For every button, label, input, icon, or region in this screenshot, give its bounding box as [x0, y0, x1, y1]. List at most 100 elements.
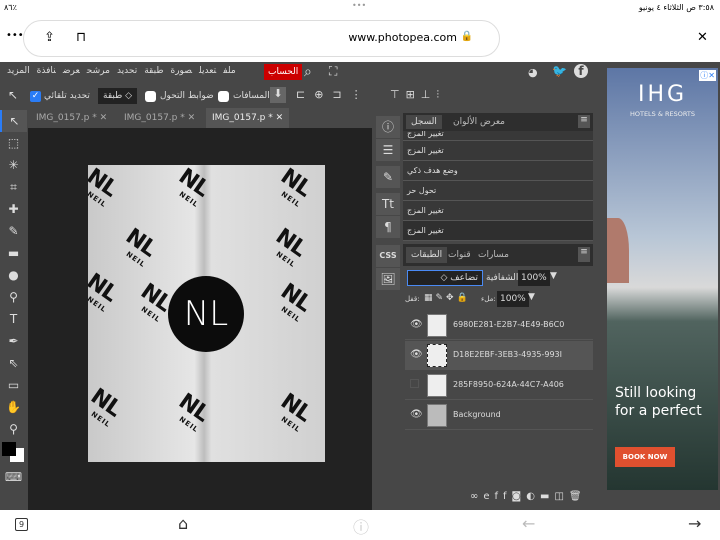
- twitter-icon[interactable]: 🐦: [552, 64, 567, 78]
- tab-history[interactable]: السجل: [406, 115, 442, 129]
- layer-row[interactable]: 👁 6980E281-E2B7-4E49-B6C0: [405, 311, 593, 340]
- multitask-dots[interactable]: •••: [352, 1, 366, 10]
- menu-window[interactable]: نافذة: [37, 66, 56, 76]
- history-item[interactable]: وضع هدف ذكي: [403, 161, 593, 181]
- eye-icon[interactable]: 👁: [410, 349, 423, 360]
- info-icon[interactable]: ⓘ: [376, 116, 400, 138]
- brush-tool[interactable]: ✎: [0, 220, 27, 242]
- reader-icon[interactable]: ⓘ: [353, 514, 369, 538]
- visibility-checkbox-off[interactable]: [410, 379, 419, 388]
- character-icon[interactable]: Tt: [376, 193, 400, 215]
- path-select-tool[interactable]: ⇖: [0, 352, 27, 374]
- ad-book-now-button[interactable]: BOOK NOW: [615, 447, 675, 467]
- document-tab[interactable]: IMG_0157.p * ✕: [30, 108, 113, 128]
- link-icon: ∞: [470, 491, 484, 502]
- color-swatches[interactable]: [0, 440, 27, 466]
- close-tab-button[interactable]: ✕: [697, 30, 708, 45]
- eye-icon[interactable]: 👁: [410, 319, 423, 330]
- gradient-tool[interactable]: ▬: [0, 242, 27, 264]
- history-item[interactable]: تغيير المزج: [403, 141, 593, 161]
- layer-row[interactable]: 285F8950-624A-44C7-A406: [405, 371, 593, 400]
- menu-view[interactable]: عرض: [63, 66, 80, 76]
- type-tool[interactable]: T: [0, 308, 27, 330]
- shape-tool[interactable]: ▭: [0, 374, 27, 396]
- opacity-dropdown-icon[interactable]: ▼: [550, 271, 557, 281]
- back-arrow-icon[interactable]: ←: [522, 514, 535, 533]
- history-item[interactable]: تحول حر: [403, 181, 593, 201]
- align-icons[interactable]: ⊏⊕⊐⋮: [296, 88, 371, 101]
- download-icon[interactable]: ⬇: [270, 87, 286, 103]
- history-item[interactable]: تغيير المزج: [403, 131, 593, 141]
- share-icon[interactable]: ⇪: [44, 30, 55, 45]
- close-icon[interactable]: ✕: [100, 113, 108, 123]
- transform-controls-checkbox[interactable]: [145, 91, 156, 102]
- magic-wand-tool[interactable]: ✳: [0, 154, 27, 176]
- menu-edit[interactable]: تعديل: [199, 66, 216, 76]
- home-icon[interactable]: ⌂: [178, 514, 188, 533]
- keyboard-icon[interactable]: ⌨: [0, 466, 27, 488]
- brush-settings-icon[interactable]: ✎: [376, 166, 400, 188]
- lock-icons[interactable]: ▦✎✥🔒: [424, 293, 471, 303]
- tab-layers[interactable]: الطبقات: [406, 247, 448, 263]
- zoom-tool[interactable]: ⚲: [0, 418, 27, 440]
- menu-image[interactable]: صورة: [170, 66, 192, 76]
- fill-input[interactable]: 100%: [497, 291, 529, 307]
- forward-arrow-icon[interactable]: →: [688, 514, 701, 533]
- opacity-input[interactable]: 100%: [518, 270, 550, 286]
- auto-select-checkbox[interactable]: ✓: [30, 91, 41, 102]
- layer-thumbnail: [427, 374, 447, 397]
- document-tab[interactable]: IMG_0157.p * ✕: [118, 108, 201, 128]
- fill-dropdown-icon[interactable]: ▼: [528, 292, 535, 302]
- layer-row[interactable]: 👁 Background: [405, 401, 593, 430]
- crop-tool[interactable]: ⌗: [0, 176, 27, 198]
- ad-banner[interactable]: ⓘ✕ IHG HOTELS & RESORTS Still looking fo…: [607, 68, 718, 490]
- image-icon[interactable]: 🖼: [376, 268, 400, 290]
- facebook-icon[interactable]: f: [574, 64, 588, 78]
- tab-paths[interactable]: مسارات: [478, 250, 509, 260]
- bookmark-icon[interactable]: ⊓: [76, 30, 86, 45]
- browser-more-button[interactable]: •••: [6, 30, 24, 41]
- blur-tool[interactable]: ●: [0, 264, 27, 286]
- opacity-label: الشفافية:: [486, 273, 521, 283]
- pen-tool[interactable]: ✒: [0, 330, 27, 352]
- address-bar[interactable]: ⇪ ⊓ www.photopea.com 🔒: [23, 20, 500, 57]
- blend-mode-select[interactable]: تضاعف ◇: [407, 270, 483, 286]
- menu-file[interactable]: ملف: [223, 66, 235, 76]
- reddit-icon[interactable]: ◕: [528, 66, 538, 79]
- menu-filter[interactable]: مرشح: [87, 66, 110, 76]
- menu-layer[interactable]: طبقة: [144, 66, 163, 76]
- panel-menu-button[interactable]: ≡: [578, 115, 590, 128]
- layer-thumbnail: [427, 404, 447, 427]
- move-tool[interactable]: ↖: [0, 110, 27, 132]
- distribute-icons[interactable]: ⊤⊞⊥⫶: [390, 88, 445, 102]
- css-icon[interactable]: CSS: [376, 245, 400, 267]
- layer-name: 285F8950-624A-44C7-A406: [453, 380, 564, 389]
- layer-row-selected[interactable]: 👁 D18E2EBF-3EB3-4935-993I: [405, 341, 593, 370]
- menu-select[interactable]: تحديد: [117, 66, 137, 76]
- distances-checkbox[interactable]: [218, 91, 229, 102]
- tab-channels[interactable]: قنوات: [448, 250, 471, 260]
- marquee-tool[interactable]: ⬚: [0, 132, 27, 154]
- close-icon[interactable]: ✕: [276, 113, 284, 123]
- hand-tool[interactable]: ✋: [0, 396, 27, 418]
- dodge-tool[interactable]: ⚲: [0, 286, 27, 308]
- account-button[interactable]: الحساب: [264, 64, 303, 80]
- tab-swatches[interactable]: معرض الألوان: [453, 117, 505, 127]
- paragraph-icon[interactable]: ¶: [376, 216, 400, 238]
- close-icon[interactable]: ✕: [188, 113, 196, 123]
- layer-footer-icons[interactable]: ∞eff◙◐▬◫🗑: [470, 491, 587, 502]
- ad-close-icon[interactable]: ⓘ✕: [699, 70, 716, 81]
- tabs-button[interactable]: 9: [15, 518, 28, 531]
- healing-tool[interactable]: ✚: [0, 198, 27, 220]
- panel-menu-button[interactable]: ≡: [578, 247, 590, 262]
- eye-icon[interactable]: 👁: [410, 409, 423, 420]
- history-item-current[interactable]: تغيير المزج: [403, 221, 593, 241]
- auto-select-target-select[interactable]: طبقة ◇: [98, 88, 138, 104]
- menu-more[interactable]: المزيد: [7, 66, 30, 76]
- search-icon[interactable]: ⌕: [304, 64, 312, 80]
- fullscreen-icon[interactable]: ⛶: [329, 64, 337, 79]
- adjustments-icon[interactable]: ☰: [376, 139, 400, 161]
- document-tab-active[interactable]: IMG_0157.p * ✕: [206, 108, 290, 128]
- history-item[interactable]: تغيير المزج: [403, 201, 593, 221]
- foreground-color[interactable]: [2, 442, 16, 456]
